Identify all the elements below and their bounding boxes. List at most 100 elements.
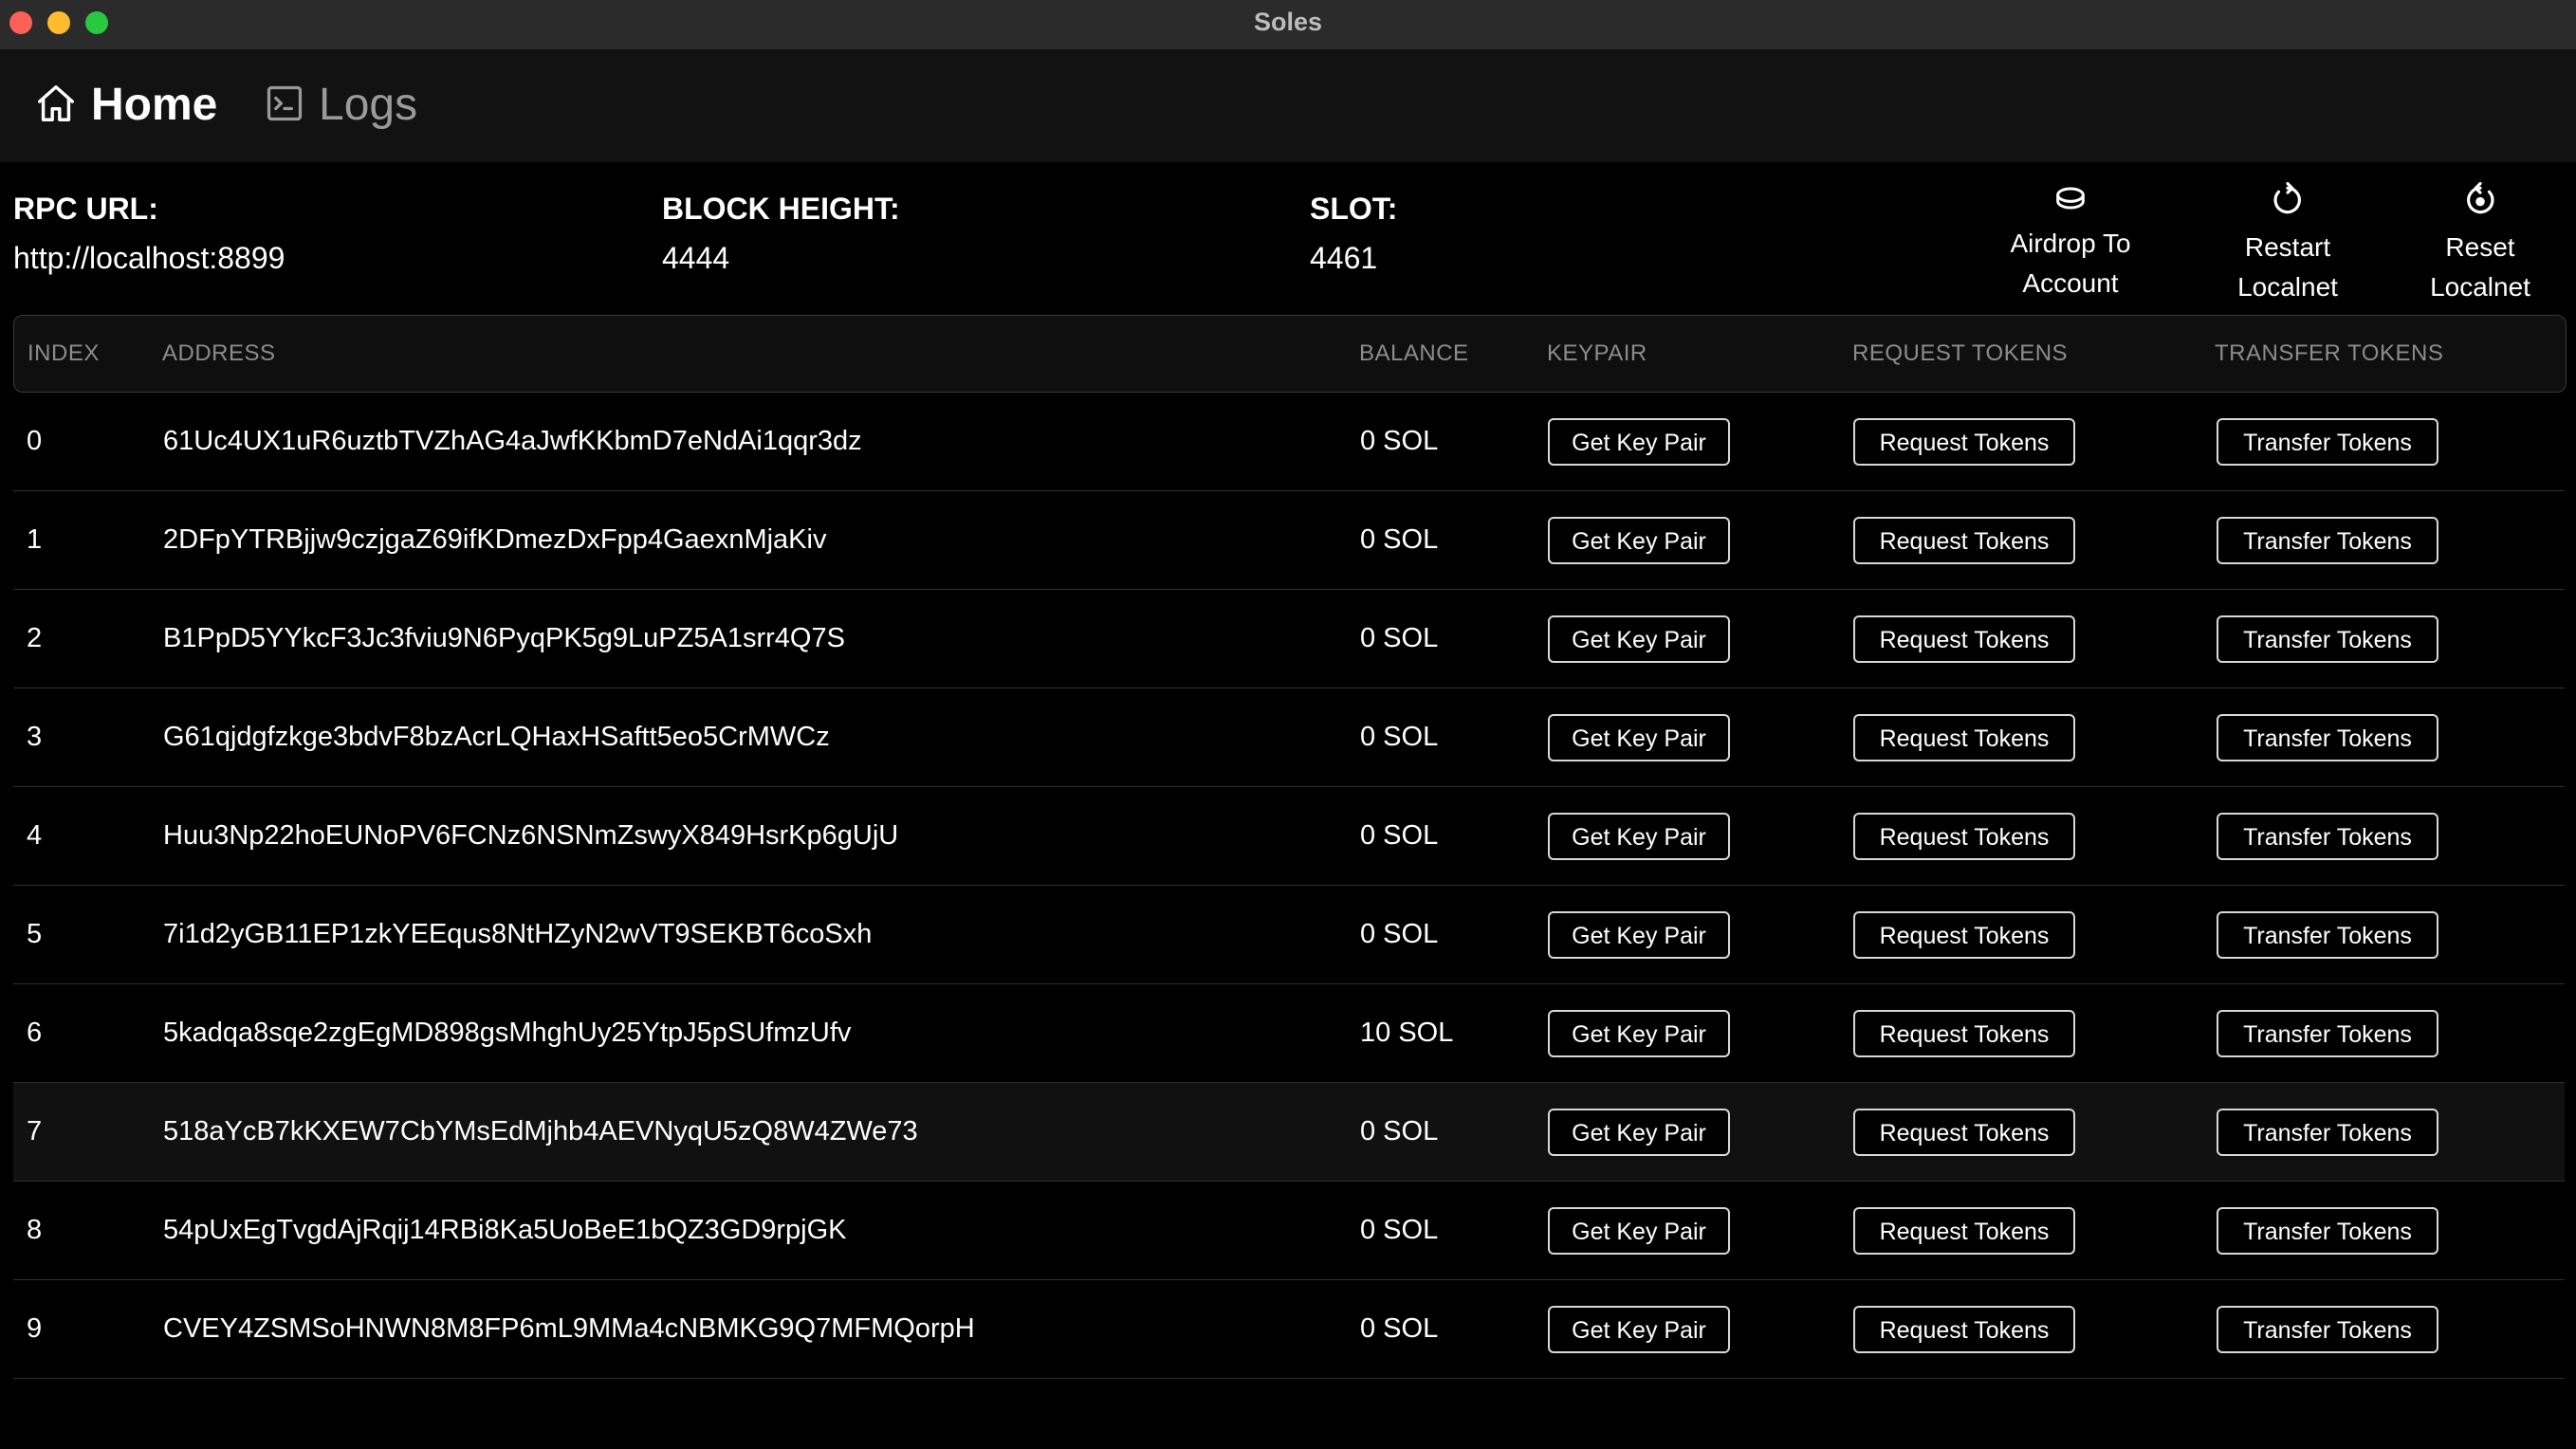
col-index-header: INDEX (28, 340, 100, 366)
request-tokens-button[interactable]: Request Tokens (1853, 1306, 2075, 1353)
accounts-table-header: INDEX ADDRESS BALANCE KEYPAIR REQUEST TO… (13, 315, 2567, 393)
row-address: 5kadqa8sqe2zgEgMD898gsMhghUy25YtpJ5pSUfm… (163, 1018, 852, 1048)
transfer-tokens-button[interactable]: Transfer Tokens (2217, 517, 2438, 564)
row-balance: 0 SOL (1360, 1313, 1439, 1344)
get-key-pair-button[interactable]: Get Key Pair (1548, 813, 1730, 860)
row-index: 1 (27, 524, 43, 555)
row-index: 0 (27, 426, 43, 456)
transfer-tokens-button[interactable]: Transfer Tokens (2217, 813, 2438, 860)
rpc-url-stat: RPC URL: http://localhost:8899 (13, 190, 285, 277)
restart-localnet-button[interactable]: Restart Localnet (2221, 182, 2354, 307)
row-balance: 0 SOL (1360, 1215, 1439, 1245)
block-height-label: BLOCK HEIGHT: (662, 192, 900, 226)
home-icon (34, 82, 91, 130)
slot-stat: SLOT: 4461 (1310, 190, 1397, 277)
get-key-pair-button[interactable]: Get Key Pair (1548, 1207, 1730, 1255)
row-balance: 0 SOL (1360, 722, 1439, 752)
table-row: 9 CVEY4ZSMSoHNWN8M8FP6mL9MMa4cNBMKG9Q7MF… (13, 1280, 2565, 1379)
transfer-tokens-button[interactable]: Transfer Tokens (2217, 911, 2438, 959)
request-tokens-button[interactable]: Request Tokens (1853, 911, 2075, 959)
row-balance: 0 SOL (1360, 820, 1439, 851)
rpc-url-value: http://localhost:8899 (13, 241, 285, 275)
get-key-pair-button[interactable]: Get Key Pair (1548, 517, 1730, 564)
row-index: 6 (27, 1018, 43, 1048)
table-row: 2 B1PpD5YYkcF3Jc3fviu9N6PyqPK5g9LuPZ5A1s… (13, 590, 2565, 688)
row-index: 5 (27, 919, 43, 949)
top-nav: Home Logs (0, 50, 2576, 162)
reset-localnet-button[interactable]: Reset Localnet (2414, 182, 2547, 307)
row-balance: 0 SOL (1360, 919, 1439, 949)
request-tokens-button[interactable]: Request Tokens (1853, 1010, 2075, 1057)
transfer-tokens-button[interactable]: Transfer Tokens (2217, 1207, 2438, 1255)
request-tokens-button[interactable]: Request Tokens (1853, 1109, 2075, 1156)
nav-logs[interactable]: Logs (264, 77, 417, 134)
col-transfer-header: TRANSFER TOKENS (2215, 340, 2444, 366)
airdrop-label-line1: Airdrop To (2010, 229, 2131, 258)
get-key-pair-button[interactable]: Get Key Pair (1548, 714, 1730, 761)
restart-label-line1: Restart (2244, 232, 2331, 262)
row-balance: 0 SOL (1360, 426, 1439, 456)
title-bar: Soles (0, 0, 2576, 50)
table-row: 5 7i1d2yGB11EP1zkYEEqus8NtHZyN2wVT9SEKBT… (13, 886, 2565, 984)
table-row: 0 61Uc4UX1uR6uztbTVZhAG4aJwfKKbmD7eNdAi1… (13, 393, 2565, 491)
row-index: 4 (27, 820, 43, 851)
transfer-tokens-button[interactable]: Transfer Tokens (2217, 1306, 2438, 1353)
airdrop-button[interactable]: Airdrop To Account (1995, 182, 2146, 303)
block-height-stat: BLOCK HEIGHT: 4444 (662, 190, 900, 277)
row-address: CVEY4ZSMSoHNWN8M8FP6mL9MMa4cNBMKG9Q7MFMQ… (163, 1313, 975, 1344)
transfer-tokens-button[interactable]: Transfer Tokens (2217, 1010, 2438, 1057)
airdrop-label-line2: Account (2022, 268, 2119, 298)
get-key-pair-button[interactable]: Get Key Pair (1548, 1306, 1730, 1353)
transfer-tokens-button[interactable]: Transfer Tokens (2217, 418, 2438, 466)
get-key-pair-button[interactable]: Get Key Pair (1548, 1010, 1730, 1057)
row-address: Huu3Np22hoEUNoPV6FCNz6NSNmZswyX849HsrKp6… (163, 820, 899, 851)
row-balance: 0 SOL (1360, 1116, 1439, 1146)
get-key-pair-button[interactable]: Get Key Pair (1548, 418, 1730, 466)
restart-label-line2: Localnet (2237, 272, 2338, 302)
row-address: 61Uc4UX1uR6uztbTVZhAG4aJwfKKbmD7eNdAi1qq… (163, 426, 862, 456)
block-height-value: 4444 (662, 241, 730, 275)
col-request-header: REQUEST TOKENS (1852, 340, 2069, 366)
row-address: 2DFpYTRBjjw9czjgaZ69ifKDmezDxFpp4GaexnMj… (163, 524, 827, 555)
request-tokens-button[interactable]: Request Tokens (1853, 615, 2075, 663)
col-keypair-header: KEYPAIR (1547, 340, 1647, 366)
transfer-tokens-button[interactable]: Transfer Tokens (2217, 1109, 2438, 1156)
rpc-url-label: RPC URL: (13, 192, 158, 226)
row-address: G61qjdgfzkge3bdvF8bzAcrLQHaxHSaftt5eo5Cr… (163, 722, 830, 752)
transfer-tokens-button[interactable]: Transfer Tokens (2217, 615, 2438, 663)
table-row: 4 Huu3Np22hoEUNoPV6FCNz6NSNmZswyX849HsrK… (13, 787, 2565, 886)
col-address-header: ADDRESS (162, 340, 276, 366)
row-index: 3 (27, 722, 43, 752)
get-key-pair-button[interactable]: Get Key Pair (1548, 911, 1730, 959)
nav-home[interactable]: Home (34, 77, 217, 134)
slot-label: SLOT: (1310, 192, 1398, 226)
table-row: 7 518aYcB7kKXEW7CbYMsEdMjhb4AEVNyqU5zQ8W… (13, 1083, 2565, 1182)
transfer-tokens-button[interactable]: Transfer Tokens (2217, 714, 2438, 761)
row-balance: 10 SOL (1360, 1018, 1454, 1048)
table-row: 6 5kadqa8sqe2zgEgMD898gsMhghUy25YtpJ5pSU… (13, 984, 2565, 1083)
row-balance: 0 SOL (1360, 623, 1439, 653)
row-index: 9 (27, 1313, 43, 1344)
row-index: 7 (27, 1116, 43, 1146)
slot-value: 4461 (1310, 241, 1378, 275)
request-tokens-button[interactable]: Request Tokens (1853, 714, 2075, 761)
table-row: 1 2DFpYTRBjjw9czjgaZ69ifKDmezDxFpp4Gaexn… (13, 491, 2565, 590)
reset-label-line2: Localnet (2430, 272, 2530, 302)
request-tokens-button[interactable]: Request Tokens (1853, 418, 2075, 466)
row-balance: 0 SOL (1360, 524, 1439, 555)
get-key-pair-button[interactable]: Get Key Pair (1548, 615, 1730, 663)
row-index: 2 (27, 623, 43, 653)
request-tokens-button[interactable]: Request Tokens (1853, 517, 2075, 564)
accounts-table-body: 0 61Uc4UX1uR6uztbTVZhAG4aJwfKKbmD7eNdAi1… (13, 393, 2565, 1379)
col-balance-header: BALANCE (1359, 340, 1469, 366)
request-tokens-button[interactable]: Request Tokens (1853, 813, 2075, 860)
nav-home-label: Home (91, 80, 218, 130)
row-address: 7i1d2yGB11EP1zkYEEqus8NtHZyN2wVT9SEKBT6c… (163, 919, 873, 949)
row-address: B1PpD5YYkcF3Jc3fviu9N6PyqPK5g9LuPZ5A1srr… (163, 623, 845, 653)
table-row: 8 54pUxEgTvgdAjRqij14RBi8Ka5UoBeE1bQZ3GD… (13, 1182, 2565, 1280)
row-index: 8 (27, 1215, 43, 1245)
get-key-pair-button[interactable]: Get Key Pair (1548, 1109, 1730, 1156)
terminal-icon (264, 83, 319, 129)
reset-icon (2414, 182, 2547, 218)
request-tokens-button[interactable]: Request Tokens (1853, 1207, 2075, 1255)
